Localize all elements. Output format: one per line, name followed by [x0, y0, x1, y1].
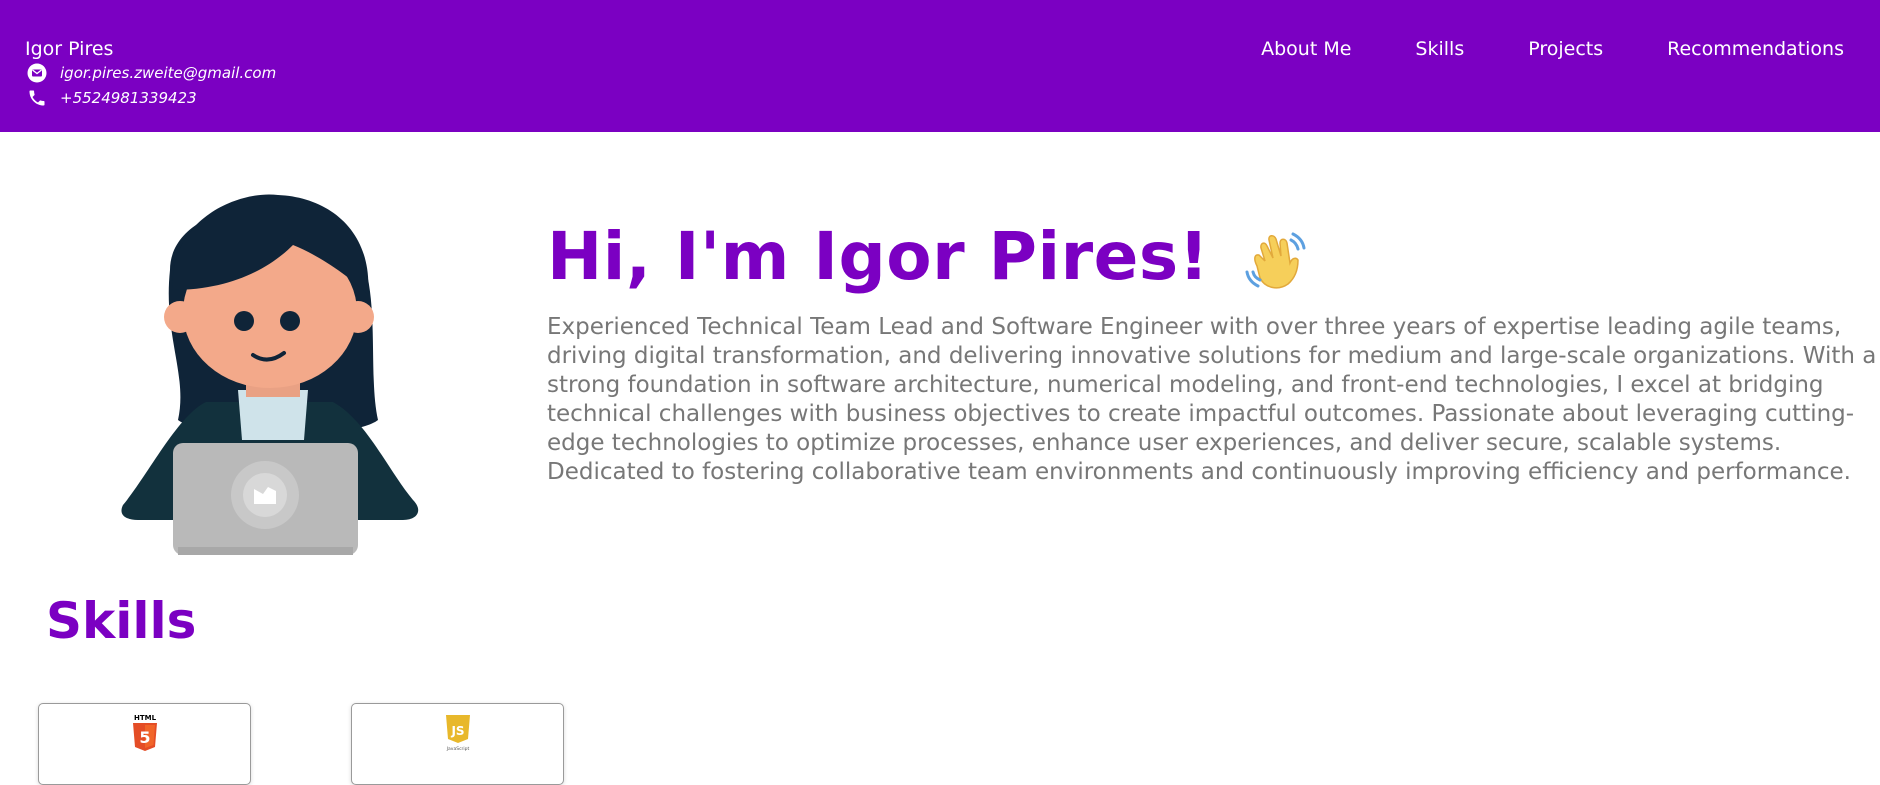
svg-text:5: 5 [139, 728, 150, 747]
email-text: igor.pires.zweite@gmail.com [60, 64, 277, 82]
javascript-logo-label: JavaScript [445, 746, 469, 752]
html5-logo-icon: HTML 5 [130, 712, 160, 756]
phone-icon [26, 87, 48, 109]
nav-about-me[interactable]: About Me [1261, 38, 1351, 60]
envelope-icon [26, 62, 48, 84]
contact-phone[interactable]: +5524981339423 [26, 87, 197, 109]
contact-email[interactable]: igor.pires.zweite@gmail.com [26, 62, 276, 84]
nav-skills[interactable]: Skills [1415, 38, 1464, 60]
nav-recommendations[interactable]: Recommendations [1667, 38, 1844, 60]
hero-title: Hi, I'm Igor Pires! [547, 218, 1309, 295]
hero-description: Experienced Technical Team Lead and Soft… [547, 314, 1877, 485]
skills-title: Skills [46, 592, 197, 650]
waving-hand-icon [1243, 228, 1309, 294]
skill-card-javascript[interactable]: JS JavaScript [351, 703, 564, 785]
phone-text: +5524981339423 [60, 89, 197, 107]
skill-card-html[interactable]: HTML 5 [38, 703, 251, 785]
main-nav: About Me Skills Projects Recommendations [1197, 38, 1844, 60]
developer-avatar-illustration [118, 175, 428, 555]
nav-projects[interactable]: Projects [1528, 38, 1603, 60]
javascript-logo-icon: JS JavaScript [443, 712, 473, 756]
header-name: Igor Pires [25, 38, 114, 60]
site-header: Igor Pires igor.pires.zweite@gmail.com +… [0, 0, 1880, 132]
html-logo-label: HTML [133, 714, 156, 722]
svg-text:JS: JS [450, 724, 464, 738]
hero-title-text: Hi, I'm Igor Pires! [547, 218, 1210, 295]
